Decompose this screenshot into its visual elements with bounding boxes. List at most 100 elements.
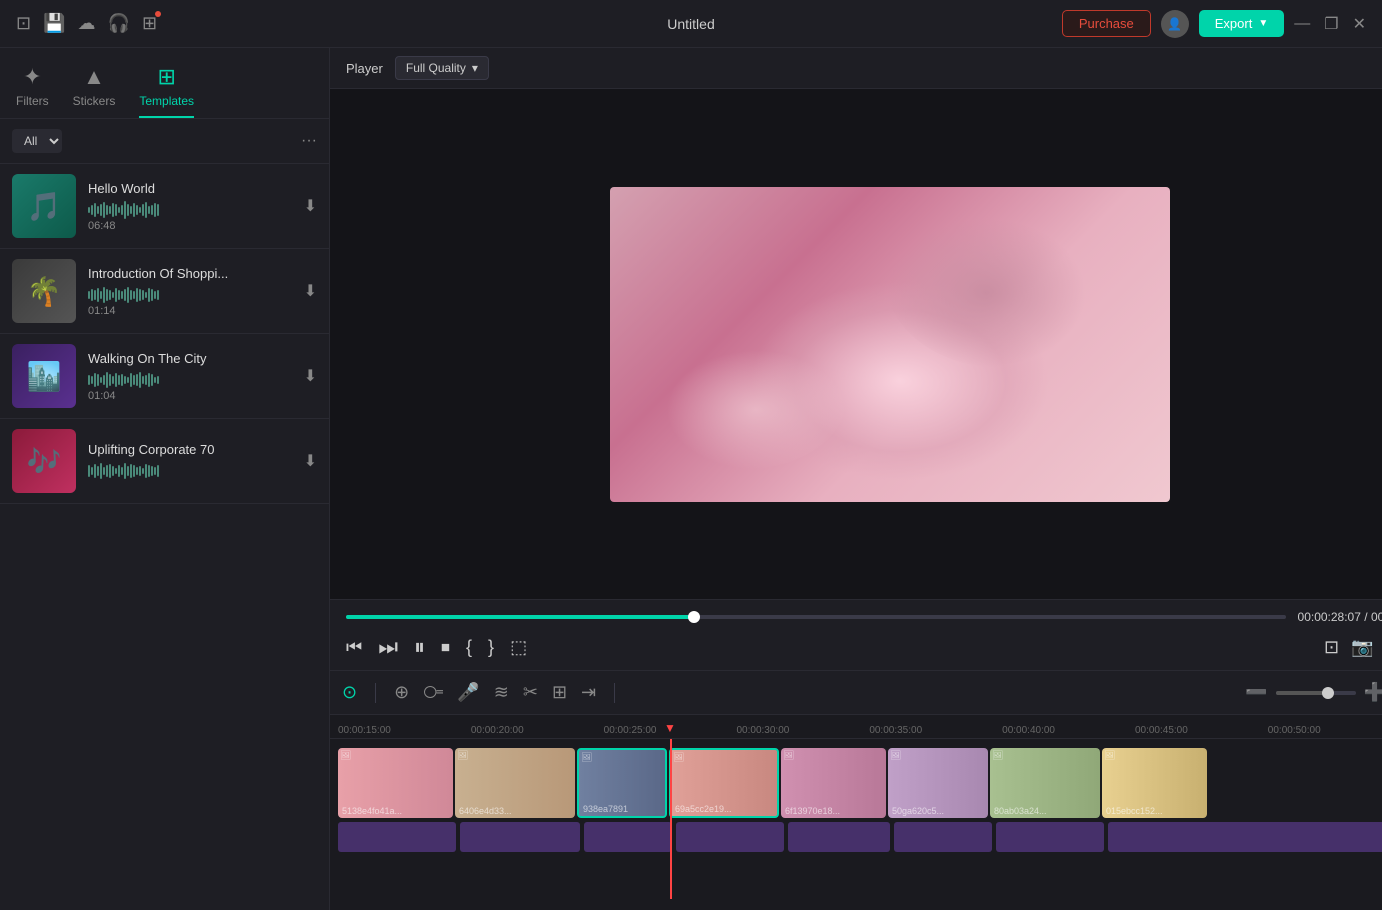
audio-icon[interactable]: ≋ xyxy=(494,682,509,703)
video-track: 🖼 5138e4fo41a... 🖼 6406e4d33... 🖼 938ea7… xyxy=(330,739,1382,819)
tab-templates[interactable]: ⊞ Templates xyxy=(139,56,194,118)
export-button[interactable]: Export ▼ xyxy=(1199,10,1284,37)
audio-clip[interactable] xyxy=(676,822,784,852)
music-list: 🎵 Hello World 06:48 ⬇ 🌴 Introduction Of xyxy=(0,164,329,910)
main-layout: ✦ Filters ▲ Stickers ⊞ Templates All ···… xyxy=(0,48,1382,910)
clip[interactable]: 🖼 5138e4fo41a... xyxy=(338,748,453,818)
timeline-toolbar: ⊙ ⊕ ⧃ 🎤 ≋ ✂ ⊞ ⇥ ➖ ➕ ⊞ ▾ xyxy=(330,671,1382,715)
list-item[interactable]: 🌴 Introduction Of Shoppi... 01:14 ⬇ xyxy=(0,249,329,334)
download-icon[interactable]: ⬇ xyxy=(304,281,317,301)
music-info: Hello World 06:48 xyxy=(88,181,292,232)
overlay-icon[interactable]: ⊞ xyxy=(552,682,567,703)
zoom-out-button[interactable]: ➖ xyxy=(1245,682,1267,703)
snapshot-button[interactable]: 📷 xyxy=(1351,637,1373,658)
music-info: Walking On The City 01:04 xyxy=(88,351,292,402)
clip-label: 69a5cc2e19... xyxy=(675,804,732,814)
clip[interactable]: 🖼 6f13970e18... xyxy=(781,748,886,818)
clip-label: 6f13970e18... xyxy=(785,806,840,816)
music-title: Hello World xyxy=(88,181,292,196)
grid-icon[interactable]: ⊞ xyxy=(142,13,157,34)
music-waveform xyxy=(88,285,292,305)
timeline-content: 00:00:15:00 00:00:20:00 00:00:25:00 00:0… xyxy=(330,715,1382,910)
download-icon[interactable]: ⬇ xyxy=(304,451,317,471)
tab-stickers[interactable]: ▲ Stickers xyxy=(73,56,116,118)
clip[interactable]: 🖼 69a5cc2e19... xyxy=(669,748,779,818)
cloud-upload-icon[interactable]: ☁ xyxy=(78,13,96,34)
music-thumb: 🎵 xyxy=(12,174,76,238)
left-panel: ✦ Filters ▲ Stickers ⊞ Templates All ···… xyxy=(0,48,330,910)
ruler-mark: 00:00:40:00 xyxy=(1002,725,1055,736)
audio-clip[interactable] xyxy=(788,822,890,852)
avatar[interactable]: 👤 xyxy=(1161,10,1189,38)
forward-icon[interactable]: ⇥ xyxy=(581,682,596,703)
filter-bar: All ··· xyxy=(0,119,329,164)
music-waveform xyxy=(88,200,292,220)
zoom-in-button[interactable]: ➕ xyxy=(1364,682,1382,703)
list-item[interactable]: 🎵 Hello World 06:48 ⬇ xyxy=(0,164,329,249)
control-buttons: ⏮ ⏭ ⏸ ⏹ { } ⬚ ⊡ 📷 🔊 ⤡ xyxy=(346,634,1382,660)
audio-clip[interactable] xyxy=(996,822,1104,852)
in-point-button[interactable]: { xyxy=(466,637,472,658)
clip-selected[interactable]: 🖼 938ea7891 xyxy=(577,748,667,818)
zoom-thumb xyxy=(1322,687,1334,699)
ruler-mark: 00:00:30:00 xyxy=(736,725,789,736)
zoom-button[interactable]: ⬚ xyxy=(510,637,527,658)
music-thumb: 🌴 xyxy=(12,259,76,323)
minimize-button[interactable]: — xyxy=(1294,15,1310,33)
progress-fill xyxy=(346,615,694,619)
quality-select[interactable]: Full Quality ▾ xyxy=(395,56,489,80)
mic-icon[interactable]: 🎤 xyxy=(457,682,479,703)
zoom-track[interactable] xyxy=(1276,691,1356,695)
list-item[interactable]: 🏙️ Walking On The City 01:04 ⬇ xyxy=(0,334,329,419)
stop-button[interactable]: ⏹ xyxy=(441,637,450,658)
clip-type-icon: 🖼 xyxy=(340,750,351,761)
clip[interactable]: 🖼 80ab03a24... xyxy=(990,748,1100,818)
audio-clip[interactable] xyxy=(894,822,992,852)
save-icon[interactable]: 💾 xyxy=(43,13,65,34)
audio-clip[interactable] xyxy=(460,822,580,852)
skip-back-button[interactable]: ⏮ xyxy=(346,637,362,658)
audio-clip[interactable] xyxy=(1108,822,1382,852)
progress-thumb xyxy=(688,611,700,623)
music-thumb: 🏙️ xyxy=(12,344,76,408)
music-duration: 01:04 xyxy=(88,390,292,402)
step-forward-button[interactable]: ⏭ xyxy=(378,634,398,660)
clip[interactable]: 🖼 015ebcc152... xyxy=(1102,748,1207,818)
list-item[interactable]: 🎶 Uplifting Corporate 70 ⬇ xyxy=(0,419,329,504)
filter-select[interactable]: All xyxy=(12,129,62,153)
out-point-button[interactable]: } xyxy=(488,637,494,658)
capture-button[interactable]: ⊡ xyxy=(1324,637,1339,658)
purchase-button[interactable]: Purchase xyxy=(1062,10,1151,37)
motion-icon[interactable]: ⊕ xyxy=(394,682,409,703)
filters-icon: ✦ xyxy=(23,64,41,90)
download-icon[interactable]: ⬇ xyxy=(304,366,317,386)
clip[interactable]: 🖼 6406e4d33... xyxy=(455,748,575,818)
clip-label: 938ea7891 xyxy=(583,804,628,814)
tab-stickers-label: Stickers xyxy=(73,94,116,108)
split-icon[interactable]: ✂ xyxy=(523,682,538,703)
ruler-mark: 00:00:45:00 xyxy=(1135,725,1188,736)
title-bar: ⊡ 💾 ☁ 🎧 ⊞ Untitled Purchase 👤 Export ▼ —… xyxy=(0,0,1382,48)
stickers-icon: ▲ xyxy=(83,64,105,90)
maximize-button[interactable]: ❐ xyxy=(1324,14,1338,34)
separator xyxy=(375,683,376,703)
close-button[interactable]: ✕ xyxy=(1353,14,1366,34)
ctrl-left: ⏮ ⏭ ⏸ ⏹ { } ⬚ xyxy=(346,634,527,660)
progress-track[interactable] xyxy=(346,615,1286,619)
ruler-mark: 00:00:50:00 xyxy=(1268,725,1321,736)
music-waveform xyxy=(88,461,292,481)
toolbar-icons: ⊡ 💾 ☁ 🎧 ⊞ xyxy=(16,13,157,34)
audio-clip[interactable] xyxy=(338,822,456,852)
tab-filters[interactable]: ✦ Filters xyxy=(16,56,49,118)
clip-icon[interactable]: ⧃ xyxy=(423,682,443,703)
clip-label: 5138e4fo41a... xyxy=(342,806,402,816)
track-controls-icon[interactable]: ⊙ xyxy=(342,682,357,703)
audio-clip[interactable] xyxy=(584,822,672,852)
monitor-icon[interactable]: ⊡ xyxy=(16,13,31,34)
title-bar-right: Purchase 👤 Export ▼ — ❐ ✕ xyxy=(1062,10,1366,38)
download-icon[interactable]: ⬇ xyxy=(304,196,317,216)
clip[interactable]: 🖼 50ga620c5... xyxy=(888,748,988,818)
headphone-icon[interactable]: 🎧 xyxy=(108,13,130,34)
pause-button[interactable]: ⏸ xyxy=(414,634,425,660)
more-options-button[interactable]: ··· xyxy=(301,132,317,150)
